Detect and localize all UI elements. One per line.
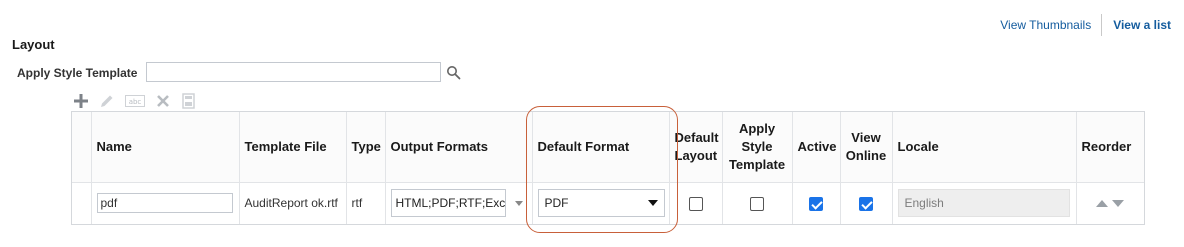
view-thumbnails-link[interactable]: View Thumbnails [1000,18,1091,32]
layout-toolbar: abc [73,92,205,110]
output-formats-field[interactable]: HTML;PDF;RTF;Excel [390,189,506,218]
default-format-select[interactable]: PDF [537,189,665,218]
active-header[interactable]: Active [792,112,841,183]
template-file-cell: AuditReport ok.rtf [239,182,347,224]
type-header[interactable]: Type [346,112,386,183]
view-online-checkbox[interactable] [859,196,873,211]
default-layout-checkbox[interactable] [688,196,703,211]
view-list-link[interactable]: View a list [1113,18,1171,32]
default-format-value: PDF [544,196,569,211]
rename-icon[interactable]: abc [125,92,145,110]
nav-separator [1101,14,1103,36]
section-title: Layout [12,37,55,52]
search-icon[interactable] [446,65,462,81]
view-switcher: View Thumbnails View a list [1000,14,1171,36]
edit-icon[interactable] [99,92,115,110]
locale-header[interactable]: Locale [892,112,1077,183]
template-file-header[interactable]: Template File [239,112,347,183]
save-icon[interactable] [181,92,195,110]
select-column-header [72,112,92,183]
chevron-down-icon[interactable] [514,200,523,206]
apply-style-template-header[interactable]: Apply Style Template [722,112,793,183]
header-row: Name Template File Type Output Formats D… [72,112,1144,183]
default-format-header[interactable]: Default Format [532,112,670,183]
apply-style-template-input[interactable] [146,62,441,82]
reorder-header: Reorder [1076,112,1144,183]
locale-field: English [897,189,1070,218]
row-selector[interactable] [72,182,92,224]
active-checkbox[interactable] [809,196,823,211]
view-online-header[interactable]: View Online [840,112,893,183]
name-header[interactable]: Name [91,112,240,183]
table-row[interactable]: pdf AuditReport ok.rtf rtf HTML;PDF;RTF;… [72,182,1144,224]
output-formats-header[interactable]: Output Formats [385,112,533,183]
svg-text:abc: abc [129,98,142,106]
chevron-down-icon [647,200,658,207]
reorder-controls [1082,199,1140,207]
name-input[interactable]: pdf [96,193,233,214]
add-icon[interactable] [73,92,89,110]
delete-icon[interactable] [155,92,171,110]
apply-style-template-checkbox[interactable] [750,196,764,211]
layout-grid: Name Template File Type Output Formats D… [71,111,1145,225]
move-up-icon[interactable] [1096,199,1109,207]
type-cell: rtf [346,182,386,224]
default-layout-header[interactable]: Default Layout [669,112,723,183]
apply-style-template-label: Apply Style Template [17,66,138,80]
move-down-icon[interactable] [1112,199,1125,207]
